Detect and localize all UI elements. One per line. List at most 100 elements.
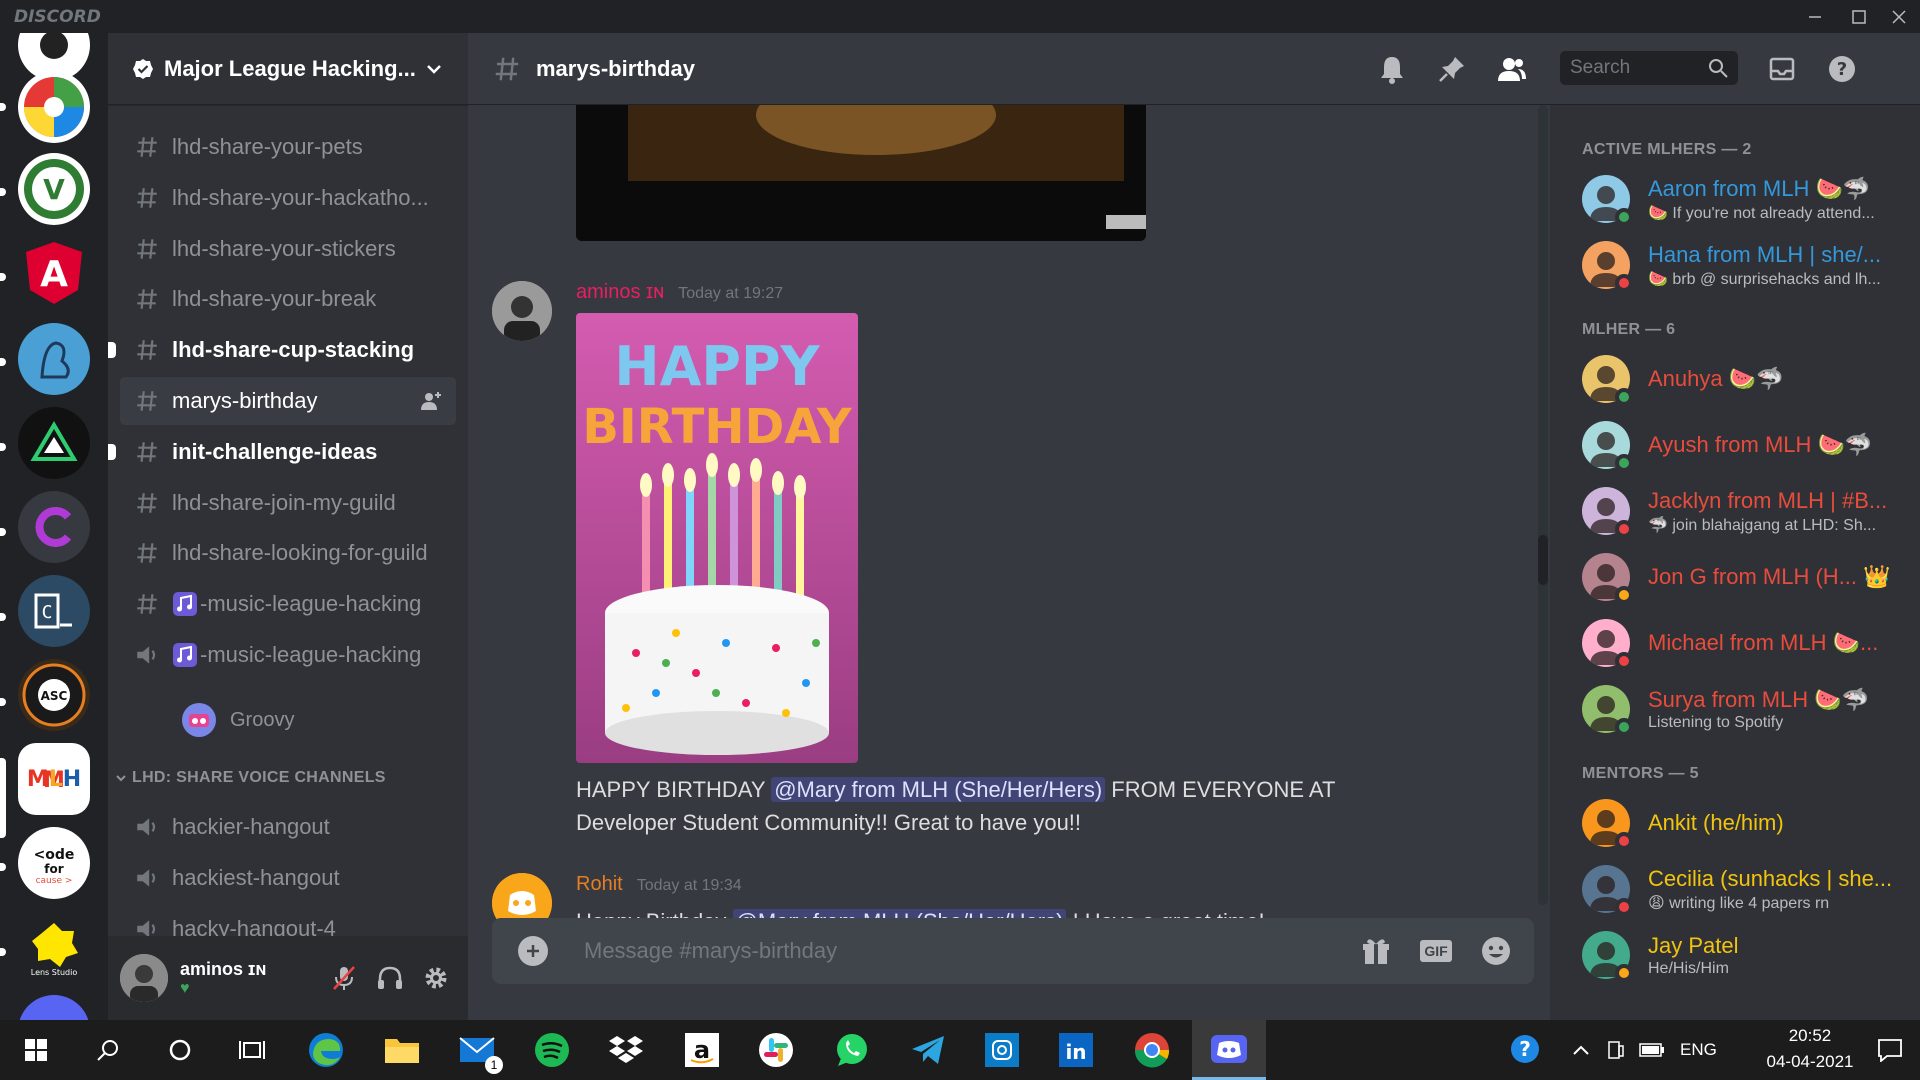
tray-device-button[interactable] [1598,1020,1632,1080]
channel-item[interactable]: lhd-share-your-hackatho... [120,174,456,222]
server-figure[interactable] [18,323,90,395]
member-item[interactable]: Ayush from MLH 🍉🦈 [1582,415,1912,475]
battery-button[interactable] [1632,1020,1672,1080]
server-angular[interactable]: A [18,237,90,309]
start-button[interactable] [0,1020,72,1080]
server-c-prompt[interactable]: C [18,575,90,647]
taskbar-chrome[interactable] [1116,1020,1188,1080]
minimize-button[interactable] [1792,0,1837,33]
pinned-messages-button[interactable] [1434,51,1470,87]
member-category-header: MLHER — 6 [1582,321,1676,338]
emoji-picker-button[interactable] [1476,931,1516,971]
message-composer[interactable]: Message #marys-birthday GIF [492,918,1534,984]
edge-icon [309,1033,343,1067]
taskbar-slack[interactable] [740,1020,812,1080]
taskbar-discord[interactable] [1192,1020,1266,1080]
text-channel-icon [137,543,157,564]
message-scrollbar[interactable] [1538,105,1548,905]
send-gift-button[interactable] [1356,931,1396,971]
taskbar-instagram[interactable] [966,1020,1038,1080]
channel-item[interactable]: -music-league-hacking [120,631,456,679]
server-partial-bottom[interactable] [18,995,90,1020]
member-item[interactable]: Jay Patel He/His/Him [1582,925,1912,985]
voice-channel-item[interactable]: hackiest-hangout [120,854,456,902]
taskbar-file-explorer[interactable] [366,1020,438,1080]
voice-channel-item[interactable]: hackier-hangout [120,803,456,851]
action-center-button[interactable] [1860,1020,1920,1080]
clock-time[interactable]: 20:52 [1760,1026,1860,1046]
search-input[interactable]: Search [1560,51,1738,85]
taskbar-spotify[interactable] [516,1020,588,1080]
deafen-button[interactable] [370,958,410,998]
member-item[interactable]: Hana from MLH | she/... 🍉 brb @ surpriseh… [1582,235,1912,295]
channel-item[interactable]: lhd-share-your-break [120,275,456,323]
member-item[interactable]: Anuhya 🍉🦈 [1582,349,1912,409]
taskbar-search-button[interactable] [72,1020,144,1080]
help-button[interactable]: ? [1824,51,1860,87]
channel-item[interactable]: lhd-share-your-pets [120,123,456,171]
voice-category-header[interactable]: LHD: SHARE VOICE CHANNELS [114,769,386,787]
message-author[interactable]: aminos ɪɴ [576,281,664,303]
member-name: Jacklyn from MLH | #B... [1648,487,1888,513]
member-item[interactable]: Michael from MLH 🍉... [1582,613,1912,673]
server-c-ring[interactable] [18,491,90,563]
chevron-down-icon[interactable] [424,59,444,79]
channel-item[interactable]: init-challenge-ideas [108,428,456,476]
member-list-toggle[interactable] [1494,51,1530,87]
user-mention[interactable]: @Mary from MLH (She/Her/Hers) [771,777,1106,802]
maximize-button[interactable] [1836,0,1881,33]
server-asc[interactable]: ASC [18,659,90,731]
pin-icon [1439,57,1464,82]
scroll-thumb[interactable] [1538,535,1548,585]
add-attachment-button[interactable] [518,936,548,966]
taskbar-telegram[interactable] [892,1020,964,1080]
member-item[interactable]: Surya from MLH 🍉🦈 Listening to Spotify [1582,679,1912,739]
close-button[interactable] [1876,0,1920,33]
cortana-button[interactable] [144,1020,216,1080]
help-tray-icon[interactable]: ? [1504,1020,1548,1080]
server-triangle[interactable] [18,407,90,479]
member-item[interactable]: Jon G from MLH (H... 👑 [1582,547,1912,607]
taskbar-whatsapp[interactable] [816,1020,888,1080]
notification-icon [1878,1039,1902,1062]
channel-item[interactable]: lhd-share-your-stickers [120,225,456,273]
radio-icon [189,714,209,727]
member-item[interactable]: Jacklyn from MLH | #B... 🦈 join blahajgan… [1582,481,1912,541]
channel-item[interactable]: lhd-share-join-my-guild [120,479,456,527]
inbox-button[interactable] [1764,51,1800,87]
server-colorful[interactable] [18,71,90,143]
voice-user-groovy[interactable]: Groovy [168,699,456,741]
channel-item[interactable]: lhd-share-cup-stacking [108,326,456,374]
user-avatar[interactable] [120,954,168,1002]
user-settings-button[interactable] [416,958,456,998]
server-code-for-cause[interactable]: <ode for cause > [18,827,90,899]
channel-item[interactable]: -music-league-hacking [120,580,456,628]
task-view-button[interactable] [216,1020,288,1080]
member-avatar [1582,487,1633,538]
server-mlh[interactable]: M MLH [18,743,90,815]
member-item[interactable]: Cecilia (sunhacks | she... 😩 writing like… [1582,859,1912,919]
taskbar-edge[interactable] [290,1020,362,1080]
member-item[interactable]: Ankit (he/him) [1582,793,1912,853]
server-lens-studio[interactable]: Lens Studio [18,911,90,983]
member-info: Jay Patel He/His/Him [1648,933,1912,978]
invite-member-icon[interactable] [420,390,442,412]
gif-picker-button[interactable]: GIF [1416,931,1456,971]
message-author[interactable]: Rohit [576,873,623,895]
previous-image-attachment[interactable] [576,105,1146,241]
channel-item[interactable]: marys-birthday [120,377,456,425]
member-item[interactable]: Aaron from MLH 🍉🦈 🍉 If you're not already… [1582,169,1912,229]
tray-overflow-button[interactable] [1564,1020,1598,1080]
taskbar-amazon[interactable]: a [666,1020,738,1080]
server-v-logo[interactable]: V [18,153,90,225]
birthday-cake-image[interactable]: HAPPY BIRTHDAY [576,313,858,763]
taskbar-mail[interactable]: 1 [442,1020,514,1080]
guild-header[interactable]: Major League Hacking... [108,33,468,105]
notification-bell-button[interactable] [1374,51,1410,87]
message-avatar[interactable] [492,281,552,341]
language-indicator[interactable]: ENG [1680,1040,1717,1060]
taskbar-dropbox[interactable] [590,1020,662,1080]
mute-mic-button[interactable] [324,958,364,998]
channel-item[interactable]: lhd-share-looking-for-guild [120,529,456,577]
taskbar-linkedin[interactable]: in [1040,1020,1112,1080]
